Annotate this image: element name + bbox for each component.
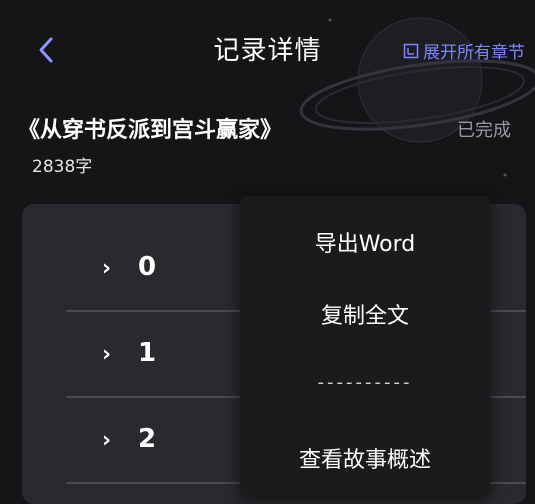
- word-count: 2838字: [32, 157, 93, 177]
- header-bar: 记录详情 展开所有章节: [0, 0, 535, 100]
- context-menu: 导出Word 复制全文 ---------- 查看故事概述: [240, 196, 490, 496]
- book-title: 《从穿书反派到宫斗赢家》: [18, 118, 283, 143]
- chevron-right-icon: ›: [102, 256, 112, 281]
- copy-all-menu-item[interactable]: 复制全文: [240, 298, 490, 330]
- chapter-number: 1: [138, 338, 157, 368]
- chapter-number: 2: [138, 424, 157, 454]
- expand-icon: [403, 43, 419, 58]
- view-summary-menu-item[interactable]: 查看故事概述: [240, 442, 490, 474]
- expand-all-button[interactable]: 展开所有章节: [403, 38, 525, 63]
- chapter-number: 0: [138, 252, 157, 282]
- menu-separator: ----------: [317, 372, 413, 393]
- expand-all-label: 展开所有章节: [423, 43, 525, 63]
- chevron-right-icon: ›: [102, 428, 112, 453]
- chevron-right-icon: ›: [102, 342, 112, 367]
- export-word-menu-item[interactable]: 导出Word: [240, 226, 490, 258]
- status-badge: 已完成: [457, 120, 511, 141]
